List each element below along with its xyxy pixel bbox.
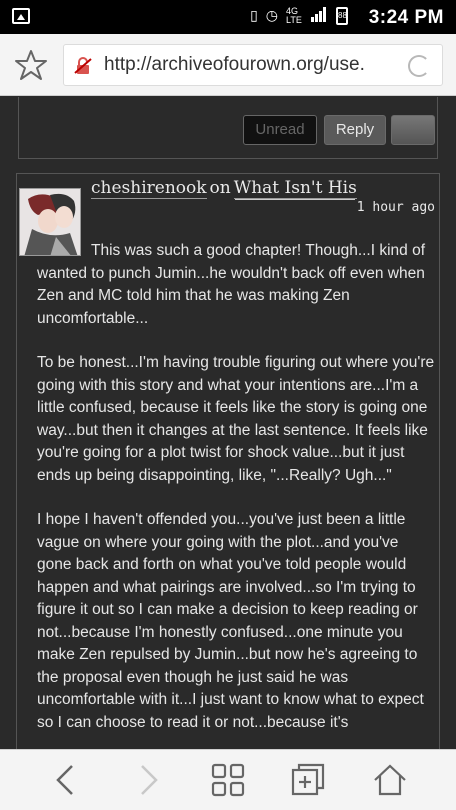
reload-icon[interactable] [408, 55, 430, 77]
broken-lock-icon[interactable] [74, 57, 92, 75]
url-text[interactable]: http://archiveofourown.org/use. [104, 54, 399, 76]
comment-paragraph: I hope I haven't offended you...you've j… [37, 511, 424, 731]
browser-address-bar: http://archiveofourown.org/use. [0, 34, 456, 96]
comment: cheshirenook on What Isn't His 1 hour ago … [16, 173, 440, 749]
reply-button[interactable]: Reply [324, 115, 386, 145]
chevron-right-icon[interactable] [130, 762, 166, 798]
status-icons: ▯ ◷ 4G LTE [250, 6, 348, 25]
image-notification-icon [12, 8, 30, 24]
browser-bottom-nav [0, 749, 456, 810]
work-title-link[interactable]: What Isn't His [233, 178, 357, 199]
page-content: Unread Reply cheshirenook on What Isn't Hi… [0, 97, 456, 749]
comment-byline: cheshirenook on What Isn't His [91, 178, 357, 199]
status-bar: ▯ ◷ 4G LTE 3:24 PM [0, 0, 456, 34]
byline-rule [235, 199, 355, 200]
network-type: 4G LTE [286, 5, 302, 25]
comment-body: This was such a good chapter! Though...I… [37, 240, 437, 749]
comment-paragraph: To be honest...I'm having trouble figuri… [37, 354, 435, 484]
star-icon[interactable] [14, 48, 48, 82]
url-input[interactable]: http://archiveofourown.org/use. [63, 44, 443, 86]
new-tab-icon[interactable] [290, 762, 326, 798]
byline-on: on [209, 178, 231, 198]
previous-comment: Unread Reply [18, 97, 438, 159]
comment-paragraph: This was such a good chapter! Though...I… [37, 242, 426, 327]
tabs-grid-icon[interactable] [210, 762, 246, 798]
signal-icon [310, 6, 328, 25]
home-icon[interactable] [372, 762, 408, 798]
chevron-left-icon[interactable] [48, 762, 84, 798]
more-actions-button[interactable] [391, 115, 435, 145]
comment-timestamp: 1 hour ago [356, 200, 435, 215]
unread-button[interactable]: Unread [243, 115, 317, 145]
alarm-icon: ◷ [265, 7, 278, 23]
battery-icon [336, 6, 348, 25]
clock: 3:24 PM [368, 7, 444, 28]
author-link[interactable]: cheshirenook [91, 178, 207, 199]
vibrate-icon: ▯ [250, 7, 258, 23]
